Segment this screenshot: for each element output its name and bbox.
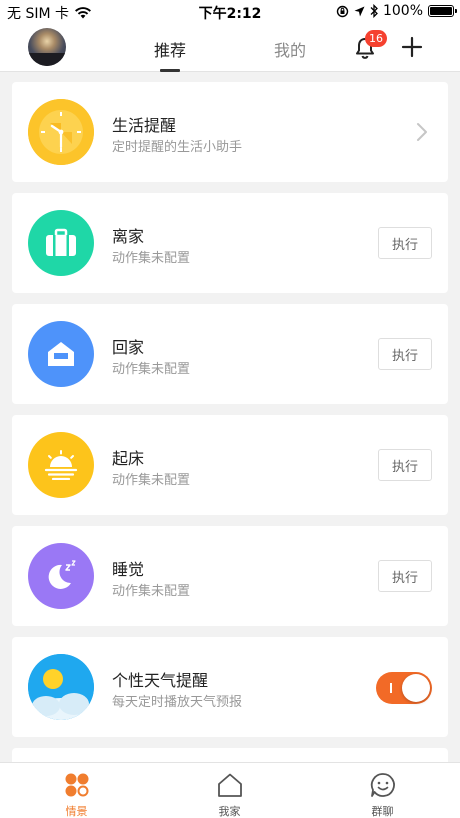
card-title: 睡觉: [112, 560, 145, 579]
weather-toggle[interactable]: [376, 672, 432, 704]
tab-mine[interactable]: 我的: [274, 37, 306, 61]
card-title: 起床: [112, 449, 145, 468]
card-subtitle: 动作集未配置: [112, 251, 191, 266]
header: 推荐 我的 16: [0, 24, 460, 72]
chevron-right-icon[interactable]: [416, 122, 428, 142]
bottom-tab-bar: 情景 我家 群聊: [0, 762, 460, 818]
card-title: 离家: [112, 227, 145, 246]
bluetooth-icon: [370, 4, 378, 18]
card-title: 个性天气提醒: [112, 671, 209, 690]
clock-icon: [28, 99, 94, 165]
tab-recommended[interactable]: 推荐: [154, 37, 186, 61]
tabbar-item-group-chat[interactable]: 群聊: [306, 763, 459, 818]
battery-icon: [428, 5, 457, 17]
scenes-icon: [65, 773, 88, 797]
status-bar: 无 SIM 卡 下午2:12 100%: [0, 0, 460, 24]
card-subtitle: 动作集未配置: [112, 473, 191, 488]
scene-card-wake-up[interactable]: 起床 动作集未配置 执行: [12, 415, 448, 515]
house-icon: [28, 321, 94, 387]
scene-card-life-reminder[interactable]: 生活提醒 定时提醒的生活小助手: [12, 82, 448, 182]
scene-card-weather-reminder[interactable]: 个性天气提醒 每天定时播放天气预报: [12, 637, 448, 737]
chat-icon: [370, 773, 395, 797]
card-title: 生活提醒: [112, 116, 177, 135]
execute-button[interactable]: 执行: [378, 560, 432, 592]
tabbar-label: 群聊: [371, 805, 394, 818]
scene-card-go-home[interactable]: 回家 动作集未配置 执行: [12, 304, 448, 404]
add-icon[interactable]: [401, 36, 423, 58]
tabbar-item-my-home[interactable]: 我家: [153, 763, 306, 818]
execute-button[interactable]: 执行: [378, 338, 432, 370]
scene-card-sleep[interactable]: 睡觉 动作集未配置 执行: [12, 526, 448, 626]
scene-card-partial: [12, 748, 448, 762]
location-icon: [354, 6, 365, 16]
suitcase-icon: [28, 210, 94, 276]
status-right: 100%: [336, 3, 457, 19]
sunrise-icon: [28, 432, 94, 498]
tab-active-indicator: [160, 69, 180, 72]
moon-icon: [28, 543, 94, 609]
card-subtitle: 动作集未配置: [112, 584, 191, 599]
avatar[interactable]: [28, 28, 66, 66]
execute-button[interactable]: 执行: [378, 227, 432, 259]
execute-button[interactable]: 执行: [378, 449, 432, 481]
scene-card-leave-home[interactable]: 离家 动作集未配置 执行: [12, 193, 448, 293]
rotation-lock-icon: [336, 5, 349, 17]
card-subtitle: 动作集未配置: [112, 362, 191, 377]
card-subtitle: 定时提醒的生活小助手: [112, 140, 243, 155]
battery-percent: 100%: [382, 3, 423, 19]
tabbar-label: 情景: [65, 805, 88, 818]
home-icon: [217, 773, 242, 797]
card-subtitle: 每天定时播放天气预报: [112, 695, 243, 710]
notification-badge: 16: [365, 30, 387, 47]
weather-icon: [28, 654, 94, 720]
tabbar-item-scenes[interactable]: 情景: [0, 763, 153, 818]
tabbar-label: 我家: [218, 805, 241, 818]
card-title: 回家: [112, 338, 145, 357]
